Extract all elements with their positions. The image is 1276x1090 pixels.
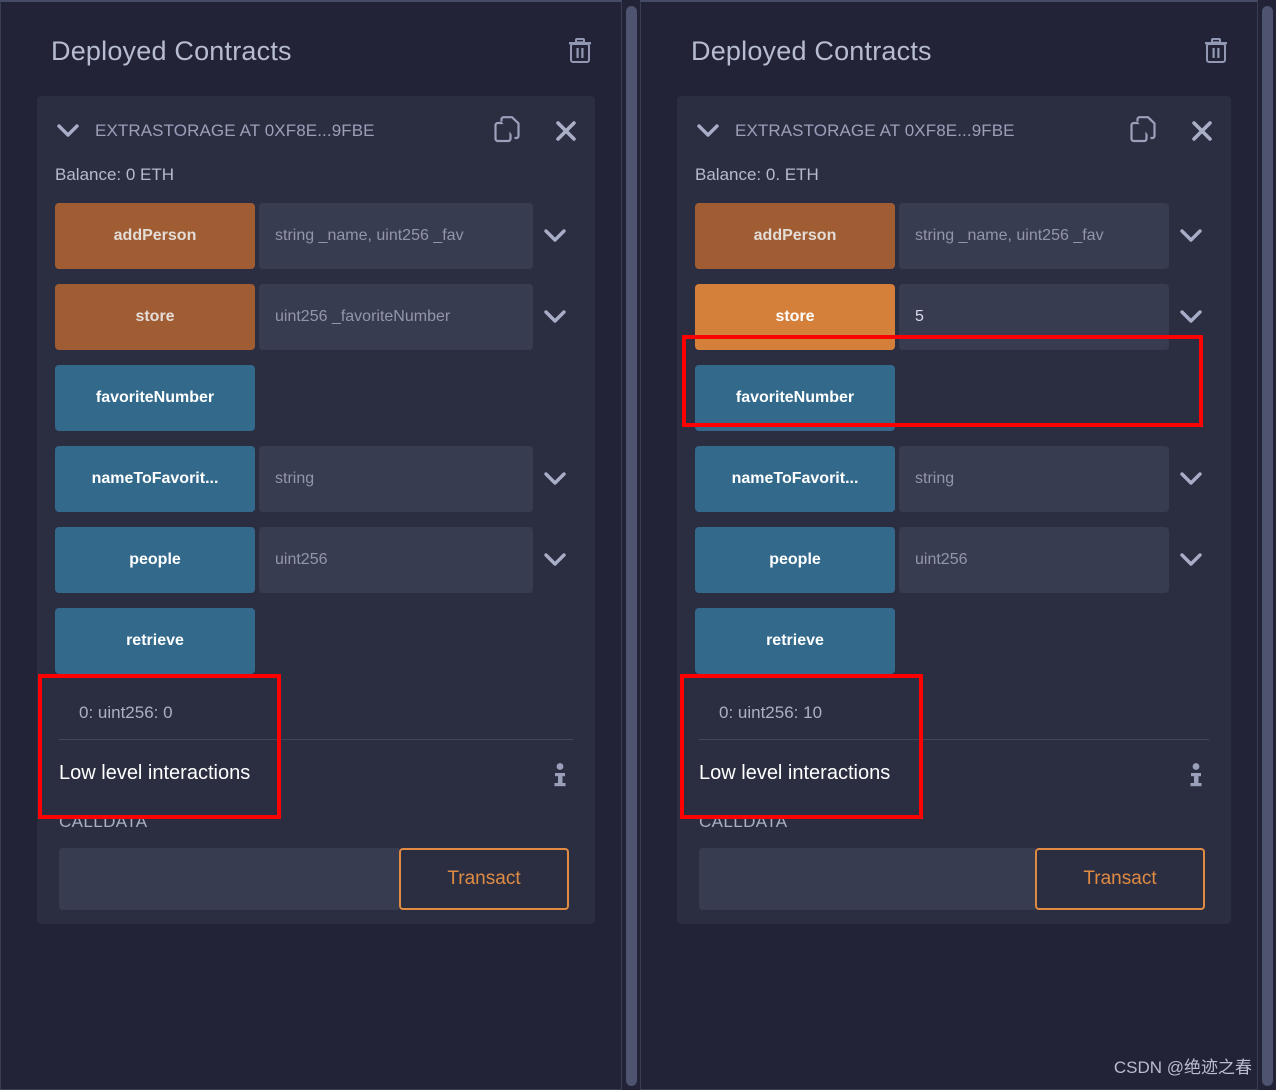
scrollbar-thumb[interactable] (1262, 6, 1273, 1086)
deployed-contracts-panel-right: Deployed Contracts EXTRASTORAGE AT 0XF8E… (640, 0, 1276, 1090)
info-icon[interactable] (551, 762, 569, 790)
function-input-nametofavorite[interactable]: string (899, 446, 1169, 512)
chevron-down-icon[interactable] (533, 527, 577, 593)
function-row-retrieve: retrieve (55, 608, 577, 674)
calldata-label: CALLDATA (59, 812, 148, 831)
chevron-down-icon[interactable] (695, 123, 721, 138)
low-level-interactions-section: Low level interactions CALLDATA Transact (677, 740, 1231, 910)
calldata-input[interactable] (699, 848, 1035, 910)
function-button-favoritenumber[interactable]: favoriteNumber (55, 365, 255, 431)
function-button-retrieve[interactable]: retrieve (55, 608, 255, 674)
function-row-nametofavorite: nameToFavorit... string (55, 446, 577, 512)
low-level-header: Low level interactions (699, 762, 1205, 790)
calldata-label: CALLDATA (699, 812, 788, 831)
function-input-addperson[interactable]: string _name, uint256 _fav (259, 203, 533, 269)
function-row-store: store uint256 _favoriteNumber (55, 284, 577, 350)
function-input-people[interactable]: uint256 (259, 527, 533, 593)
retrieve-result-value: 0: uint256: 0 (79, 703, 173, 722)
function-input-people[interactable]: uint256 (899, 527, 1169, 593)
chevron-down-icon[interactable] (55, 123, 81, 138)
low-level-title: Low level interactions (59, 762, 251, 784)
calldata-input[interactable] (59, 848, 399, 910)
function-row-favoritenumber: favoriteNumber (55, 365, 577, 431)
low-level-interactions-section: Low level interactions CALLDATA Transact (37, 740, 595, 910)
comparison-stage: Deployed Contracts EXTRASTORAGE AT 0XF8E… (0, 0, 1276, 1090)
function-list-left: addPerson string _name, uint256 _fav sto… (37, 203, 595, 729)
close-icon[interactable] (1191, 120, 1213, 142)
function-row-favoritenumber: favoriteNumber (695, 365, 1213, 431)
function-input-store[interactable]: uint256 _favoriteNumber (259, 284, 533, 350)
function-button-people[interactable]: people (695, 527, 895, 593)
function-button-store[interactable]: store (55, 284, 255, 350)
retrieve-result-value: 0: uint256: 10 (719, 703, 823, 722)
contract-balance: Balance: 0 ETH (55, 165, 175, 184)
calldata-row: Transact (699, 848, 1205, 910)
chevron-down-icon[interactable] (1169, 446, 1213, 512)
copy-icon[interactable] (494, 116, 521, 145)
calldata-row: Transact (59, 848, 569, 910)
function-button-nametofavorite[interactable]: nameToFavorit... (55, 446, 255, 512)
chevron-down-icon[interactable] (1169, 203, 1213, 269)
chevron-down-icon[interactable] (533, 284, 577, 350)
chevron-down-icon[interactable] (533, 446, 577, 512)
function-button-addperson[interactable]: addPerson (55, 203, 255, 269)
function-row-addperson: addPerson string _name, uint256 _fav (695, 203, 1213, 269)
copy-icon[interactable] (1130, 116, 1157, 145)
panel-scrollbar-right[interactable] (1258, 0, 1276, 1090)
contract-address-label: EXTRASTORAGE AT 0XF8E...9FBE (95, 120, 375, 140)
low-level-header: Low level interactions (59, 762, 569, 790)
transact-button[interactable]: Transact (399, 848, 569, 910)
function-button-people[interactable]: people (55, 527, 255, 593)
contract-card-header: EXTRASTORAGE AT 0XF8E...9FBE (37, 96, 595, 161)
function-button-addperson[interactable]: addPerson (695, 203, 895, 269)
function-row-retrieve: retrieve (695, 608, 1213, 674)
panel-header-left: Deployed Contracts (1, 2, 621, 74)
scrollbar-thumb[interactable] (626, 6, 637, 1086)
transact-button[interactable]: Transact (1035, 848, 1205, 910)
function-row-addperson: addPerson string _name, uint256 _fav (55, 203, 577, 269)
function-button-store[interactable]: store (695, 284, 895, 350)
function-input-nametofavorite[interactable]: string (259, 446, 533, 512)
function-button-favoritenumber[interactable]: favoriteNumber (695, 365, 895, 431)
contract-balance: Balance: 0. ETH (695, 165, 819, 184)
deployed-contracts-panel-left: Deployed Contracts EXTRASTORAGE AT 0XF8E… (0, 0, 640, 1090)
contract-card-actions (494, 116, 577, 145)
function-input-addperson[interactable]: string _name, uint256 _fav (899, 203, 1169, 269)
info-icon[interactable] (1187, 762, 1205, 790)
contract-card: EXTRASTORAGE AT 0XF8E...9FBE (677, 96, 1231, 924)
function-input-store[interactable]: 5 (899, 284, 1169, 350)
contract-address-label: EXTRASTORAGE AT 0XF8E...9FBE (735, 120, 1015, 140)
contract-card-header: EXTRASTORAGE AT 0XF8E...9FBE (677, 96, 1231, 161)
page-title: Deployed Contracts (691, 35, 932, 66)
panel-header-right: Deployed Contracts (641, 2, 1257, 74)
function-list-right: addPerson string _name, uint256 _fav sto… (677, 203, 1231, 729)
trash-icon[interactable] (565, 36, 595, 66)
function-row-people: people uint256 (695, 527, 1213, 593)
chevron-down-icon[interactable] (1169, 527, 1213, 593)
contract-card-actions (1130, 116, 1213, 145)
function-button-nametofavorite[interactable]: nameToFavorit... (695, 446, 895, 512)
chevron-down-icon[interactable] (533, 203, 577, 269)
page-title: Deployed Contracts (51, 35, 292, 66)
trash-icon[interactable] (1201, 36, 1231, 66)
chevron-down-icon[interactable] (1169, 284, 1213, 350)
function-button-retrieve[interactable]: retrieve (695, 608, 895, 674)
close-icon[interactable] (555, 120, 577, 142)
contract-card: EXTRASTORAGE AT 0XF8E...9FBE (37, 96, 595, 924)
panel-content-right: Deployed Contracts EXTRASTORAGE AT 0XF8E… (640, 0, 1258, 1090)
function-row-store: store 5 (695, 284, 1213, 350)
panel-content-left: Deployed Contracts EXTRASTORAGE AT 0XF8E… (0, 0, 622, 1090)
low-level-title: Low level interactions (699, 762, 891, 784)
function-row-people: people uint256 (55, 527, 577, 593)
watermark: CSDN @绝迹之春 (1113, 1058, 1252, 1077)
function-row-nametofavorite: nameToFavorit... string (695, 446, 1213, 512)
panel-scrollbar-left[interactable] (622, 0, 640, 1090)
